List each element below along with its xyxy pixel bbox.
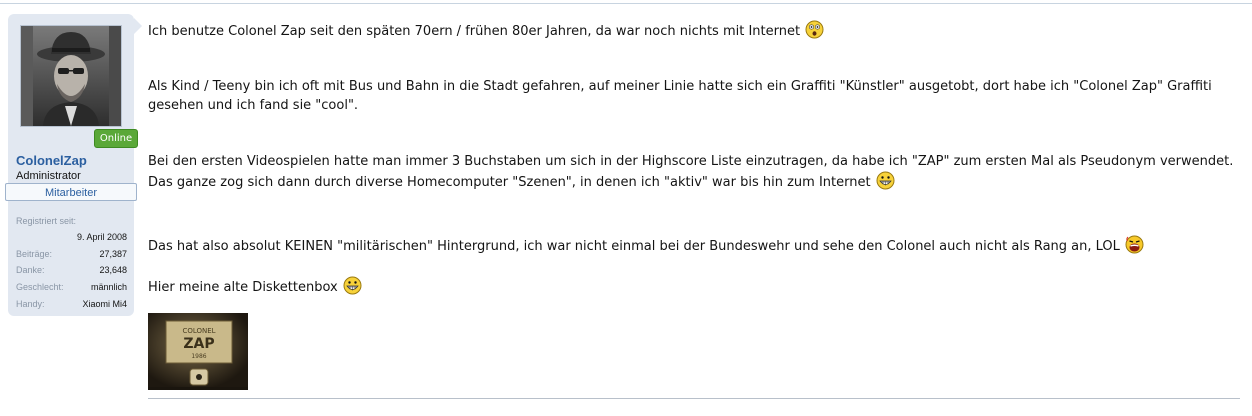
- top-divider: [0, 3, 1252, 4]
- phone-label: Handy:: [16, 299, 45, 309]
- post-footer-divider: [148, 398, 1240, 399]
- thanks-label: Danke:: [16, 265, 45, 275]
- post-text-line: Hier meine alte Diskettenbox: [148, 280, 338, 295]
- registered-value: 9. April 2008: [76, 232, 127, 242]
- username-link[interactable]: ColonelZap: [16, 153, 87, 168]
- grin-smiley-icon: [876, 171, 895, 196]
- diskbox-photo[interactable]: COLONEL ZAP 1986: [148, 313, 248, 390]
- user-title: Administrator: [16, 170, 81, 182]
- grin-smiley-icon: [343, 276, 362, 301]
- registered-label: Registriert seit:: [16, 216, 77, 226]
- photo-label-line1: COLONEL: [182, 327, 215, 335]
- post-paragraph-3: Bei den ersten Videospielen hatte man im…: [148, 152, 1233, 196]
- post-paragraph-5: Hier meine alte Diskettenbox: [148, 276, 362, 301]
- post-text-line: Als Kind / Teeny bin ich oft mit Bus und…: [148, 79, 1212, 94]
- post-text-line: Das hat also absolut KEINEN "militärisch…: [148, 239, 1120, 254]
- phone-value: Xiaomi Mi4: [82, 299, 127, 309]
- online-status-badge: Online: [94, 129, 138, 148]
- post-text-line: Bei den ersten Videospielen hatte man im…: [148, 154, 1234, 169]
- thanks-value: 23,648: [99, 265, 127, 275]
- laugh-smiley-icon: [1125, 235, 1144, 260]
- photo-label-line3: 1986: [191, 353, 206, 360]
- user-banner: Mitarbeiter: [5, 183, 137, 201]
- posts-value: 27,387: [99, 249, 127, 259]
- posts-label: Beiträge:: [16, 249, 53, 259]
- sidebar-pointer: [134, 18, 142, 34]
- gender-value: männlich: [90, 282, 127, 292]
- avatar[interactable]: [20, 25, 122, 127]
- eek-smiley-icon: [805, 20, 824, 45]
- gender-label: Geschlecht:: [16, 282, 64, 292]
- post-paragraph-4: Das hat also absolut KEINEN "militärisch…: [148, 235, 1144, 260]
- post-paragraph-1: Ich benutze Colonel Zap seit den späten …: [148, 20, 824, 45]
- post-text-line: gesehen und ich fand sie "cool".: [148, 98, 359, 113]
- post-text-line: Das ganze zog sich dann durch diverse Ho…: [148, 175, 871, 190]
- photo-label-line2: ZAP: [183, 336, 214, 352]
- post-paragraph-2: Als Kind / Teeny bin ich oft mit Bus und…: [148, 77, 1212, 115]
- post-text-line: Ich benutze Colonel Zap seit den späten …: [148, 24, 801, 39]
